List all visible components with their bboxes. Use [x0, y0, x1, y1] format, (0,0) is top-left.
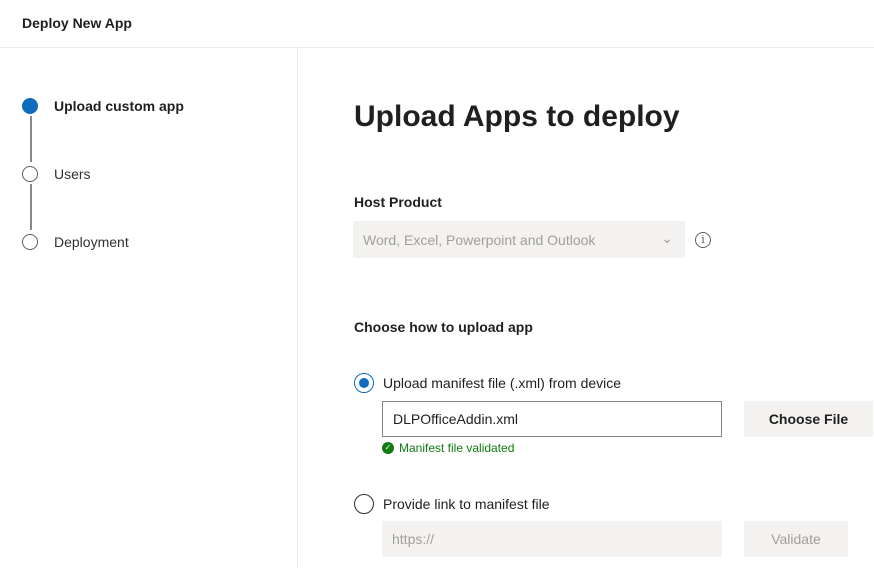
radio-link-option[interactable]: Provide link to manifest file: [354, 494, 550, 514]
page-title: Upload Apps to deploy: [354, 100, 680, 133]
step-dot-icon: [22, 234, 38, 250]
step-upload-custom-app[interactable]: Upload custom app: [22, 98, 184, 114]
check-circle-icon: ✓: [382, 442, 394, 454]
step-users[interactable]: Users: [22, 166, 91, 182]
radio-button-checked[interactable]: [354, 373, 374, 393]
chevron-down-icon: ⌄: [661, 230, 673, 246]
step-label: Deployment: [54, 234, 129, 250]
stepper-sidebar: Upload custom app Users Deployment: [0, 48, 298, 568]
validation-status-text: Manifest file validated: [399, 441, 515, 455]
step-connector: [30, 116, 32, 162]
radio-upload-file-option[interactable]: Upload manifest file (.xml) from device: [354, 373, 621, 393]
step-dot-icon: [22, 166, 38, 182]
step-deployment[interactable]: Deployment: [22, 234, 129, 250]
radio-button-unchecked[interactable]: [354, 494, 374, 514]
manifest-link-input[interactable]: [382, 521, 722, 557]
radio-link-label: Provide link to manifest file: [383, 496, 550, 512]
info-icon[interactable]: i: [695, 232, 711, 248]
choose-file-button[interactable]: Choose File: [744, 401, 873, 437]
host-product-label: Host Product: [354, 194, 442, 210]
radio-upload-file-label: Upload manifest file (.xml) from device: [383, 375, 622, 391]
host-product-value: Word, Excel, Powerpoint and Outlook: [363, 231, 596, 248]
validate-button[interactable]: Validate: [744, 521, 848, 557]
manifest-file-input[interactable]: [382, 401, 722, 437]
step-connector: [30, 184, 32, 230]
header: Deploy New App: [0, 0, 874, 48]
page-header-title: Deploy New App: [22, 15, 132, 31]
main-panel: Upload Apps to deploy Host Product Word,…: [298, 48, 874, 568]
step-active-dot-icon: [22, 98, 38, 114]
step-label: Upload custom app: [54, 98, 184, 114]
upload-method-label: Choose how to upload app: [354, 319, 533, 335]
step-label: Users: [54, 166, 91, 182]
validation-status: ✓ Manifest file validated: [382, 441, 514, 455]
host-product-select[interactable]: Word, Excel, Powerpoint and Outlook ⌄: [353, 221, 685, 258]
